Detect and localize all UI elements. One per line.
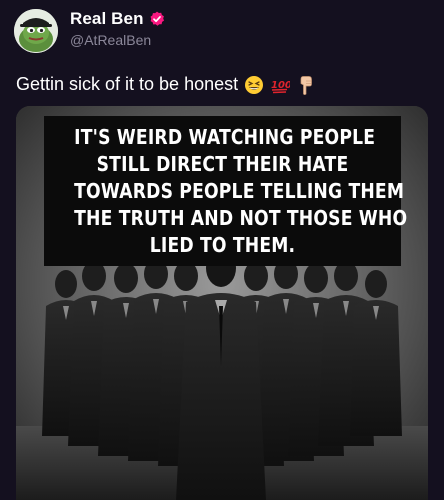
- post-media-image[interactable]: IT'S WEIRD WATCHING PEOPLE STILL DIRECT …: [16, 106, 428, 500]
- caption-line: TOWARDS PEOPLE TELLING THEM: [74, 179, 405, 203]
- hundred-points-emoji: 100: [270, 75, 290, 95]
- caption-line: THE TRUTH AND NOT THOSE WHO: [74, 206, 408, 230]
- caption-line: LIED TO THEM.: [149, 233, 296, 257]
- user-handle[interactable]: @AtRealBen: [70, 32, 151, 48]
- image-caption-box: IT'S WEIRD WATCHING PEOPLE STILL DIRECT …: [44, 116, 408, 266]
- caption-line: IT'S WEIRD WATCHING PEOPLE: [74, 125, 376, 149]
- caption-line: STILL DIRECT THEIR HATE: [96, 152, 349, 176]
- post-text-body: Gettin sick of it to be honest: [16, 74, 239, 94]
- post-text: Gettin sick of it to be honest 100: [16, 74, 316, 95]
- display-name[interactable]: Real Ben: [70, 9, 144, 29]
- display-name-row[interactable]: Real Ben: [70, 9, 165, 29]
- avatar[interactable]: [14, 9, 58, 53]
- verified-badge-icon: [149, 11, 165, 27]
- grinning-squinting-emoji: [244, 75, 264, 95]
- backhand-index-pointing-down-emoji: [296, 75, 316, 95]
